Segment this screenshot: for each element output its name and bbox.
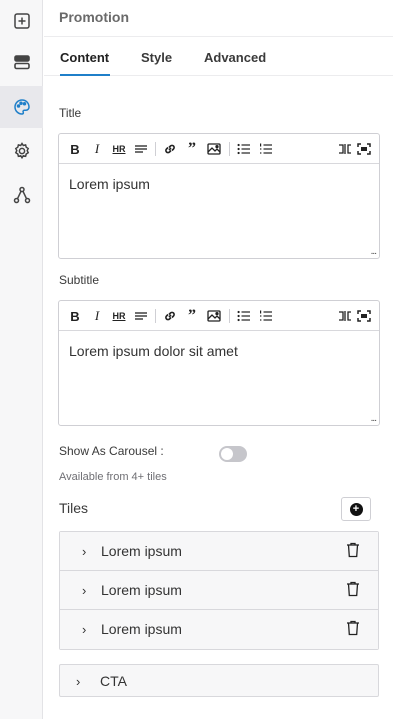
carousel-hint: Available from 4+ tiles bbox=[59, 471, 167, 483]
bold-icon[interactable]: B bbox=[66, 307, 84, 325]
quote-icon[interactable]: ” bbox=[183, 140, 201, 158]
italic-icon[interactable]: I bbox=[88, 140, 106, 158]
split-view-icon[interactable] bbox=[336, 307, 354, 325]
bullet-list-icon[interactable] bbox=[235, 307, 253, 325]
link-icon[interactable] bbox=[161, 140, 179, 158]
toolbar-separator bbox=[155, 309, 156, 323]
editor-toolbar: B I HR ” bbox=[59, 134, 379, 164]
gear-icon bbox=[14, 142, 29, 160]
layout-rows-icon bbox=[13, 55, 30, 70]
tile-item[interactable]: › Lorem ipsum bbox=[60, 571, 378, 610]
settings-button[interactable] bbox=[0, 130, 43, 172]
fullscreen-icon[interactable] bbox=[355, 140, 373, 158]
layout-button[interactable] bbox=[0, 41, 43, 83]
trash-icon[interactable] bbox=[346, 581, 360, 597]
tab-advanced[interactable]: Advanced bbox=[204, 50, 266, 76]
tile-item[interactable]: › Lorem ipsum bbox=[60, 610, 378, 649]
link-icon[interactable] bbox=[161, 307, 179, 325]
trash-icon[interactable] bbox=[346, 542, 360, 558]
add-square-icon bbox=[13, 13, 30, 29]
subtitle-label: Subtitle bbox=[59, 273, 100, 287]
title-editor-content[interactable]: Lorem ipsum bbox=[59, 164, 379, 204]
horizontal-rule-icon[interactable]: HR bbox=[110, 140, 128, 158]
cta-accordion[interactable]: › CTA bbox=[59, 664, 379, 697]
tiles-heading: Tiles bbox=[59, 500, 89, 516]
chevron-right-icon: › bbox=[82, 544, 87, 559]
strikethrough-icon[interactable] bbox=[132, 307, 150, 325]
sidebar-rail bbox=[0, 0, 43, 719]
split-view-icon[interactable] bbox=[336, 140, 354, 158]
tab-style[interactable]: Style bbox=[141, 50, 172, 76]
show-as-carousel-label: Show As Carousel : bbox=[59, 444, 164, 458]
image-icon[interactable] bbox=[205, 307, 223, 325]
style-button[interactable] bbox=[0, 86, 43, 128]
tab-bar: Content Style Advanced bbox=[44, 48, 393, 76]
editor-toolbar: B I HR ” bbox=[59, 301, 379, 331]
flow-branch-icon bbox=[13, 186, 30, 204]
chevron-right-icon: › bbox=[82, 583, 87, 598]
palette-icon bbox=[13, 99, 30, 115]
resize-handle[interactable]: ... bbox=[371, 246, 377, 257]
properties-panel: Promotion Content Style Advanced Title B… bbox=[44, 0, 393, 719]
tile-list: › Lorem ipsum › Lorem ipsum › Lorem ipsu… bbox=[59, 531, 379, 650]
trash-icon[interactable] bbox=[346, 620, 360, 636]
title-editor: B I HR ” Lorem ipsum ... bbox=[58, 133, 380, 259]
resize-handle[interactable]: ... bbox=[371, 413, 377, 424]
add-circle-icon: + bbox=[349, 502, 363, 516]
chevron-right-icon: › bbox=[82, 622, 87, 637]
tile-item[interactable]: › Lorem ipsum bbox=[60, 532, 378, 571]
divider bbox=[44, 36, 393, 37]
tab-content[interactable]: Content bbox=[60, 50, 110, 76]
bullet-list-icon[interactable] bbox=[235, 140, 253, 158]
subtitle-editor-content[interactable]: Lorem ipsum dolor sit amet bbox=[59, 331, 379, 371]
cta-label: CTA bbox=[100, 673, 127, 689]
chevron-right-icon: › bbox=[76, 674, 81, 689]
tile-label: Lorem ipsum bbox=[101, 582, 182, 598]
tile-label: Lorem ipsum bbox=[101, 621, 182, 637]
toolbar-separator bbox=[229, 142, 230, 156]
tile-label: Lorem ipsum bbox=[101, 543, 182, 559]
numbered-list-icon[interactable] bbox=[257, 307, 275, 325]
numbered-list-icon[interactable] bbox=[257, 140, 275, 158]
toolbar-separator bbox=[155, 142, 156, 156]
strikethrough-icon[interactable] bbox=[132, 140, 150, 158]
image-icon[interactable] bbox=[205, 140, 223, 158]
fullscreen-icon[interactable] bbox=[355, 307, 373, 325]
workflow-button[interactable] bbox=[0, 174, 43, 216]
horizontal-rule-icon[interactable]: HR bbox=[110, 307, 128, 325]
title-label: Title bbox=[59, 106, 82, 120]
bold-icon[interactable]: B bbox=[66, 140, 84, 158]
italic-icon[interactable]: I bbox=[88, 307, 106, 325]
toolbar-separator bbox=[229, 309, 230, 323]
quote-icon[interactable]: ” bbox=[183, 307, 201, 325]
subtitle-editor: B I HR ” Lorem ipsum dolor sit amet ... bbox=[58, 300, 380, 426]
panel-title: Promotion bbox=[59, 9, 129, 25]
toggle-knob bbox=[221, 448, 233, 460]
add-tile-button[interactable]: + bbox=[341, 497, 371, 521]
add-block-button[interactable] bbox=[0, 0, 43, 42]
show-as-carousel-toggle[interactable] bbox=[219, 446, 247, 462]
